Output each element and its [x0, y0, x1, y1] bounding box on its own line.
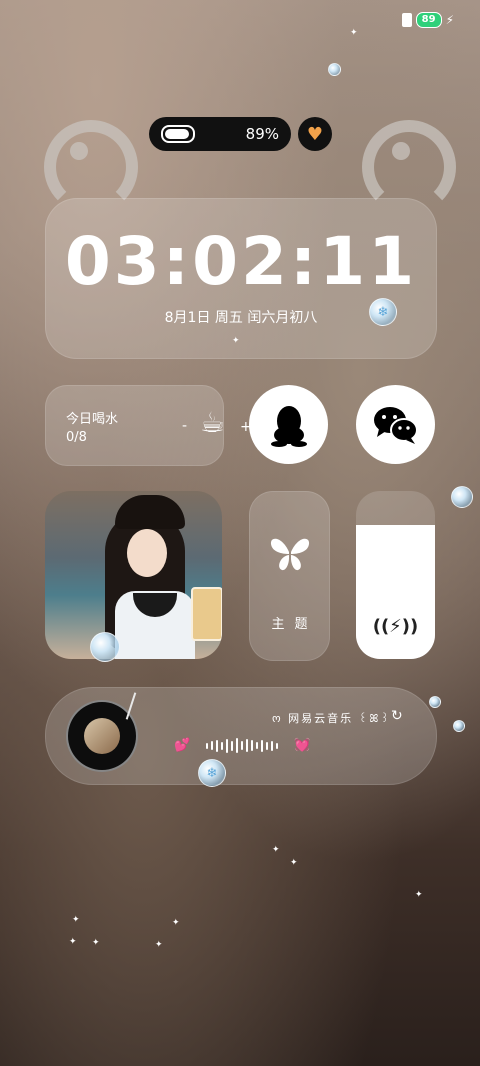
wave-bar: [221, 741, 224, 750]
clock-time: 03:02:11: [64, 223, 418, 300]
heart-button[interactable]: ♥: [298, 117, 332, 151]
sparkle-decoration: ✦: [72, 915, 80, 925]
sparkle-decoration: ✦: [415, 890, 423, 900]
butterfly-icon: [270, 538, 310, 571]
photo-face: [127, 529, 167, 577]
bolt-icon: ⚡: [445, 13, 454, 27]
snowflake-bubble-icon: ❄: [198, 759, 226, 787]
wechat-app-button[interactable]: [356, 385, 435, 464]
battery-icon: [161, 125, 195, 143]
sparkle-decoration: ✦: [155, 940, 163, 950]
bubble-decoration: [328, 63, 341, 76]
refresh-icon[interactable]: ↻: [391, 708, 403, 724]
heart-icon: 💓: [294, 738, 311, 753]
snowflake-bubble-icon: ❄: [369, 298, 397, 326]
water-count: 0/8: [66, 430, 87, 445]
bubble-decoration: [453, 720, 465, 732]
battery-level-indicator: 89: [415, 12, 442, 28]
coffee-cup-icon: ☕: [200, 406, 226, 439]
sparkle-decoration: ✦: [350, 28, 358, 38]
heart-icon: 💕: [174, 738, 191, 753]
wave-bar: [271, 740, 274, 751]
status-bar: 89 ⚡: [401, 12, 454, 28]
theme-label: 主题: [271, 617, 318, 632]
photo-widget[interactable]: [45, 491, 222, 659]
wireless-charging-toggle[interactable]: ((⚡)): [356, 491, 435, 659]
sim-card-icon: [401, 13, 412, 27]
wechat-icon: [373, 406, 418, 444]
sparkle-decoration: ✦: [290, 858, 298, 868]
photo-cap: [115, 495, 185, 529]
water-decrease-button[interactable]: -: [182, 418, 187, 434]
bubble-decoration: [451, 486, 473, 508]
wave-bar: [256, 742, 259, 749]
water-tracker-widget[interactable]: 今日喝水 0/8 - ☕ +: [45, 385, 252, 466]
wave-bar: [216, 739, 219, 752]
water-title: 今日喝水: [66, 412, 119, 427]
wave-bar: [266, 741, 269, 750]
wave-bar: [226, 738, 229, 753]
wave-bar: [206, 742, 209, 749]
theme-widget[interactable]: 主题: [249, 491, 330, 661]
sparkle-decoration: ✦: [172, 918, 180, 928]
music-app-label: ო 网易云音乐 ꒰ꕤ꒱: [272, 712, 391, 725]
wave-bar: [276, 742, 279, 749]
battery-percent: 89%: [245, 125, 279, 143]
right-ear-dot: [392, 142, 410, 160]
heart-icon: ♥: [306, 123, 324, 145]
sparkle-decoration: ✦: [92, 938, 100, 948]
wave-bar: [246, 739, 249, 752]
bubble-decoration: [90, 632, 120, 662]
sparkle-decoration: ✦: [272, 845, 280, 855]
music-player-widget[interactable]: ო 网易云音乐 ꒰ꕤ꒱ ↻ 💕 💓: [45, 687, 437, 785]
photo-drink-cup: [191, 587, 222, 641]
wave-bar: [231, 740, 234, 751]
wireless-charging-icon: ((⚡)): [372, 616, 419, 637]
sparkle-decoration: ✦: [69, 937, 77, 947]
clock-widget[interactable]: 03:02:11 8月1日 周五 闰六月初八: [45, 198, 437, 359]
left-ear-dot: [70, 142, 88, 160]
switch-level-fill: [356, 524, 435, 659]
album-cover: [84, 718, 120, 754]
sparkle-decoration: ✦: [232, 336, 240, 346]
wave-bar: [241, 741, 244, 750]
wave-bar: [236, 738, 239, 753]
battery-widget[interactable]: 89%: [149, 117, 291, 151]
qq-penguin-icon: [270, 405, 307, 447]
bubble-decoration: [429, 696, 441, 708]
qq-app-button[interactable]: [249, 385, 328, 464]
wave-bar: [211, 741, 214, 750]
wave-bar: [261, 739, 264, 752]
audio-waveform: 💕 💓: [174, 738, 310, 753]
wave-bar: [251, 740, 254, 751]
